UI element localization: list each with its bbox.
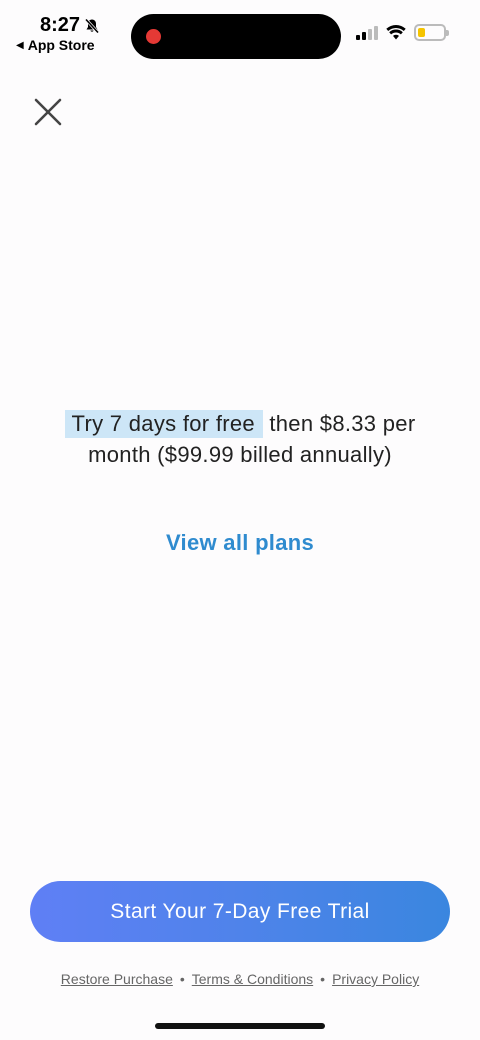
footer-separator: • [179, 971, 185, 987]
close-icon [34, 98, 62, 126]
start-free-trial-button[interactable]: Start Your 7-Day Free Trial [30, 881, 450, 942]
battery-icon [414, 24, 449, 41]
wifi-icon [386, 25, 406, 40]
cellular-signal-icon [356, 25, 378, 40]
back-to-app-store[interactable]: ◀ App Store [16, 37, 95, 53]
footer-separator: • [320, 971, 326, 987]
home-indicator[interactable] [155, 1023, 325, 1029]
time-text: 8:27 [40, 14, 81, 36]
privacy-policy-link[interactable]: Privacy Policy [332, 971, 419, 987]
back-triangle-icon: ◀ [16, 39, 24, 51]
close-button[interactable] [30, 94, 66, 130]
recording-dot-icon [146, 29, 161, 44]
bell-muted-icon [84, 17, 100, 34]
view-all-plans-link[interactable]: View all plans [0, 530, 480, 556]
status-time: 8:27 [40, 14, 100, 37]
terms-conditions-link[interactable]: Terms & Conditions [192, 971, 313, 987]
free-trial-highlight: Try 7 days for free [64, 410, 263, 438]
battery-level [418, 28, 426, 37]
status-indicators [356, 24, 449, 41]
footer-links: Restore Purchase • Terms & Conditions • … [0, 971, 480, 987]
back-app-label: App Store [27, 37, 95, 53]
restore-purchase-link[interactable]: Restore Purchase [61, 971, 173, 987]
dynamic-island [131, 14, 341, 59]
offer-text: Try 7 days for free then $8.33 per month… [40, 408, 440, 470]
